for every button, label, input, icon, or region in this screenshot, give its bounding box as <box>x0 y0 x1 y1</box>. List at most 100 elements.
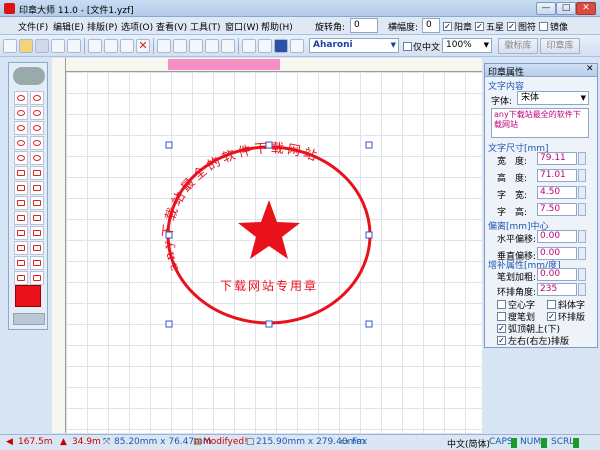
shape-tool-icon[interactable] <box>30 136 44 150</box>
close-button[interactable]: ✕ <box>576 2 596 15</box>
font-select[interactable]: Aharoni ▼ <box>309 38 399 53</box>
char-width-input[interactable]: 4.50 <box>537 186 577 199</box>
image-checkbox[interactable]: ✓ <box>507 22 516 31</box>
zoom-select[interactable]: 100% ▼ <box>442 38 492 53</box>
menu-help[interactable]: 帮助(H) <box>261 20 293 33</box>
seal-top-text[interactable]: any下载站最全的软件下载网站 <box>161 141 322 273</box>
star-checkbox[interactable]: ✓ <box>475 22 484 31</box>
selection-handle[interactable] <box>365 231 373 239</box>
selection-handle[interactable] <box>265 141 273 149</box>
seal-star[interactable] <box>238 200 300 259</box>
cut-icon[interactable] <box>88 39 102 53</box>
char-height-input[interactable]: 7.50 <box>537 203 577 216</box>
shape-tool-icon[interactable] <box>30 196 44 210</box>
hollow-checkbox[interactable] <box>497 300 506 309</box>
ring-angle-input[interactable]: 235 <box>537 283 577 296</box>
shape-tool-icon[interactable] <box>30 211 44 225</box>
selection-handle[interactable] <box>365 141 373 149</box>
open-folder-icon[interactable] <box>19 39 33 53</box>
width-spinner[interactable] <box>578 152 586 165</box>
hscale-input[interactable]: 0 <box>422 18 440 33</box>
hoffset-spinner[interactable] <box>578 230 586 243</box>
mirror-checkbox[interactable] <box>539 22 548 31</box>
maximize-button[interactable]: □ <box>556 2 576 15</box>
color-swatch[interactable] <box>15 285 41 307</box>
lr-checkbox[interactable]: ✓ <box>497 336 506 345</box>
char-height-spinner[interactable] <box>578 203 586 216</box>
menu-tools[interactable]: 工具(T) <box>190 20 221 33</box>
add-ring-icon[interactable] <box>173 39 187 53</box>
seal-canvas[interactable]: any下载站最全的软件下载网站 下载网站专用章 <box>52 58 482 433</box>
shape-tool-icon[interactable] <box>14 181 28 195</box>
seal-bottom-text[interactable]: 下载网站专用章 <box>220 278 318 293</box>
selection-handle[interactable] <box>165 320 173 328</box>
hoffset-input[interactable]: 0.00 <box>537 230 577 243</box>
seal-library-button[interactable]: 印章库 <box>540 38 580 54</box>
shape-tool-icon[interactable] <box>30 241 44 255</box>
selection-handle[interactable] <box>365 320 373 328</box>
shape-tool-icon[interactable] <box>30 121 44 135</box>
add-line-icon[interactable] <box>189 39 203 53</box>
shape-tool-icon[interactable] <box>30 91 44 105</box>
eye-icon[interactable] <box>13 67 45 85</box>
add-text-icon[interactable] <box>157 39 171 53</box>
add-image-icon[interactable] <box>221 39 235 53</box>
shape-tool-icon[interactable] <box>30 181 44 195</box>
minimize-button[interactable]: — <box>536 2 556 15</box>
save-as-icon[interactable] <box>51 39 65 53</box>
ring-checkbox[interactable]: ✓ <box>547 312 556 321</box>
tool-eraser-icon[interactable] <box>13 313 45 325</box>
menu-options[interactable]: 选项(O) <box>121 20 153 33</box>
voffset-spinner[interactable] <box>578 247 586 260</box>
shape-tool-icon[interactable] <box>14 136 28 150</box>
stroke-input[interactable]: 0.00 <box>537 268 577 281</box>
save-icon[interactable] <box>35 39 49 53</box>
word-icon[interactable] <box>274 39 288 53</box>
shape-tool-icon[interactable] <box>30 166 44 180</box>
export-icon[interactable] <box>258 39 272 53</box>
italic-checkbox[interactable] <box>547 300 556 309</box>
shape-tool-icon[interactable] <box>14 106 28 120</box>
stamp-library-button[interactable]: 徽标库 <box>498 38 538 54</box>
close-icon[interactable]: ✕ <box>586 64 594 74</box>
shape-tool-icon[interactable] <box>30 151 44 165</box>
shape-tool-icon[interactable] <box>30 106 44 120</box>
selection-handle[interactable] <box>165 141 173 149</box>
menu-edit[interactable]: 编辑(E) <box>53 20 84 33</box>
shape-tool-icon[interactable] <box>14 166 28 180</box>
thin-checkbox[interactable] <box>497 312 506 321</box>
menu-layout[interactable]: 排版(P) <box>87 20 117 33</box>
shape-tool-icon[interactable] <box>30 256 44 270</box>
shape-tool-icon[interactable] <box>30 271 44 285</box>
shape-tool-icon[interactable] <box>14 271 28 285</box>
delete-icon[interactable]: ✕ <box>136 39 150 53</box>
height-spinner[interactable] <box>578 169 586 182</box>
shape-tool-icon[interactable] <box>14 256 28 270</box>
new-file-icon[interactable] <box>3 39 17 53</box>
shape-tool-icon[interactable] <box>14 196 28 210</box>
paste-icon[interactable] <box>120 39 134 53</box>
settings-icon[interactable] <box>242 39 256 53</box>
help-icon[interactable] <box>290 39 304 53</box>
menu-file[interactable]: 文件(F) <box>18 20 48 33</box>
selection-handle[interactable] <box>165 231 173 239</box>
cn-only-checkbox[interactable] <box>403 42 412 51</box>
add-shape-icon[interactable] <box>205 39 219 53</box>
shape-tool-icon[interactable] <box>30 226 44 240</box>
height-input[interactable]: 71.01 <box>537 169 577 182</box>
yang-checkbox[interactable]: ✓ <box>443 22 452 31</box>
print-icon[interactable] <box>67 39 81 53</box>
shape-tool-icon[interactable] <box>14 226 28 240</box>
rotation-input[interactable]: 0 <box>350 18 378 33</box>
text-content-textarea[interactable]: any下载站最全的软件下载网站 <box>491 108 589 138</box>
panel-font-select[interactable]: 宋体 ▼ <box>517 91 589 105</box>
width-input[interactable]: 79.11 <box>537 152 577 165</box>
shape-tool-icon[interactable] <box>14 241 28 255</box>
menu-view[interactable]: 查看(V) <box>156 20 187 33</box>
char-width-spinner[interactable] <box>578 186 586 199</box>
menu-window[interactable]: 窗口(W) <box>225 20 259 33</box>
stroke-spinner[interactable] <box>578 268 586 281</box>
copy-icon[interactable] <box>104 39 118 53</box>
ring-angle-spinner[interactable] <box>578 283 586 296</box>
shape-tool-icon[interactable] <box>14 211 28 225</box>
